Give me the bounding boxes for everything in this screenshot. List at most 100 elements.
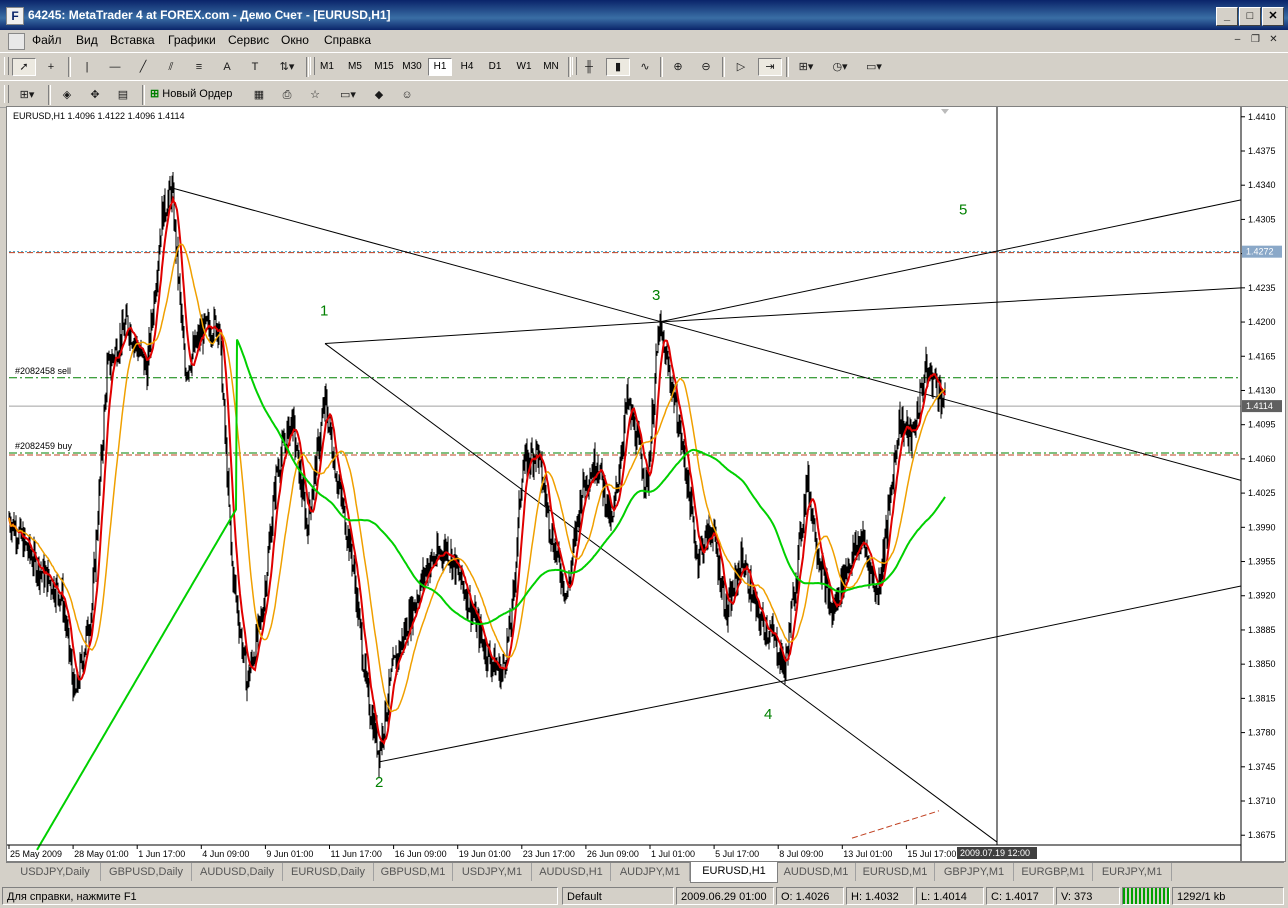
chart-tab[interactable]: USDJPY,Daily [10,863,101,881]
timeframe-mn[interactable]: MN [540,58,562,76]
fibonacci-icon[interactable]: ≡ [188,58,210,76]
close-button[interactable]: ✕ [1262,7,1284,26]
status-volume: V: 373 [1056,887,1120,905]
toolbar-grip[interactable] [310,57,315,75]
periods-dropdown-icon[interactable]: ◷▾ [826,58,854,76]
toolbar-grip[interactable] [4,57,9,75]
chart-tab[interactable]: AUDUSD,Daily [192,863,283,881]
trend-line-icon[interactable]: ╱ [132,58,154,76]
timeframe-h4[interactable]: H4 [456,58,478,76]
chart-tab[interactable]: EURUSD,H1 [690,862,778,883]
chart-tab[interactable]: EURJPY,M1 [1093,863,1172,881]
timeframe-m30[interactable]: M30 [399,58,425,76]
maximize-button[interactable]: □ [1239,7,1261,26]
toolbar-grip[interactable] [572,57,577,75]
chart-tab[interactable]: AUDUSD,H1 [532,863,611,881]
chart-tab[interactable]: GBPUSD,Daily [101,863,192,881]
mdi-minimize-button[interactable]: – [1230,33,1245,47]
equidistant-channel-icon[interactable]: ⫽ [160,58,182,76]
market-watch-icon[interactable]: ◈ [56,86,78,104]
new-order-button[interactable]: ⊞ Новый Ордер [150,84,232,104]
auto-scroll-icon[interactable]: ▷ [730,58,752,76]
timeframe-w1[interactable]: W1 [513,58,535,76]
wave-label-5: 5 [959,201,967,218]
menu-bar: Файл Вид Вставка Графики Сервис Окно Спр… [0,30,1288,51]
chart-tab[interactable]: GBPJPY,M1 [935,863,1014,881]
new-order-icon: ⊞ [150,88,163,100]
candlestick-chart-icon[interactable]: ▮ [606,58,630,76]
experts-icon[interactable]: ☺ [396,86,418,104]
price-tick-label: 1.4410 [1248,112,1276,122]
cursor-icon[interactable]: ➚ [12,58,36,76]
chart-tab[interactable]: USDJPY,M1 [453,863,532,881]
document-icon[interactable] [8,33,25,50]
candlestick-series [8,172,946,778]
price-tick-label: 1.4165 [1248,351,1276,361]
menu-help[interactable]: Справка [324,33,371,47]
timeframe-m5[interactable]: M5 [344,58,366,76]
indicators-dropdown-icon[interactable]: ⊞▾ [792,58,820,76]
favorites-icon[interactable]: ☆ [304,86,326,104]
vertical-line-icon[interactable]: | [76,58,98,76]
chart-shift-icon[interactable]: ⇥ [758,58,782,76]
arrows-dropdown-icon[interactable]: ⇅▾ [274,58,300,76]
price-tick-label: 1.3815 [1248,693,1276,703]
status-close: C: 1.4017 [986,887,1054,905]
time-tick-label: 8 Jul 09:00 [779,849,823,859]
terminal-icon[interactable]: ▤ [112,86,134,104]
minimize-button[interactable]: _ [1216,7,1238,26]
text-icon[interactable]: A [216,58,238,76]
navigator-icon[interactable]: ✥ [84,86,106,104]
time-tick-label: 13 Jul 01:00 [843,849,892,859]
timeframe-m1[interactable]: M1 [316,58,338,76]
bar-chart-icon[interactable]: ╫ [578,58,600,76]
chart-tab[interactable]: EURUSD,Daily [283,863,374,881]
zoom-out-icon[interactable]: ⊖ [695,58,717,76]
timeframe-h1[interactable]: H1 [428,58,452,76]
expert-advisors-icon[interactable]: ▦ [248,86,270,104]
horizontal-line-icon[interactable]: — [104,58,126,76]
alert-icon[interactable]: ◆ [368,86,390,104]
menu-insert[interactable]: Вставка [110,33,155,47]
menu-view[interactable]: Вид [76,33,98,47]
menu-tools[interactable]: Сервис [228,33,269,47]
chart-tab[interactable]: GBPUSD,M1 [374,863,453,881]
print-icon[interactable]: ⎙ [276,86,298,104]
chart-window[interactable]: #2082458 sell #2082459 buy 1 2 3 4 5 1.4410 1.… [6,106,1286,862]
time-axis: 25 May 2009 28 May 01:00 1 Jun 17:00 4 Jun … [8,845,1037,859]
price-chart[interactable]: #2082458 sell #2082459 buy 1 2 3 4 5 1.4410 1.… [7,107,1285,861]
time-tick-label: 23 Jun 17:00 [523,849,575,859]
toolbar-separator [48,85,51,105]
zoom-in-icon[interactable]: ⊕ [667,58,689,76]
wave-label-4: 4 [764,706,772,723]
mdi-close-button[interactable]: ✕ [1266,33,1281,47]
chart-tab[interactable]: EURUSD,M1 [856,863,935,881]
timeframe-d1[interactable]: D1 [484,58,506,76]
line-chart-icon[interactable]: ∿ [634,58,656,76]
chart-tab[interactable]: EURGBP,M1 [1014,863,1093,881]
status-help: Для справки, нажмите F1 [2,887,558,905]
timeframe-m15[interactable]: M15 [371,58,397,76]
status-low: L: 1.4014 [916,887,984,905]
title-bar: F 64245: MetaTrader 4 at FOREX.com - Дем… [0,0,1288,30]
chart-tab[interactable]: AUDUSD,M1 [777,863,856,881]
menu-charts[interactable]: Графики [168,33,216,47]
toolbar-separator [568,57,571,77]
chart-window-dropdown-icon[interactable]: ▭▾ [334,86,362,104]
toolbar-grip[interactable] [4,85,9,103]
crosshair-icon[interactable]: + [40,58,62,76]
chart-tab[interactable]: AUDJPY,M1 [611,863,690,881]
time-tick-label: 15 Jul 17:00 [907,849,956,859]
trendline-3-ext [658,287,1242,323]
new-chart-dropdown-icon[interactable]: ⊞▾ [12,86,42,104]
price-tick-label: 1.3710 [1248,796,1276,806]
time-tick-label: 28 May 01:00 [74,849,129,859]
price-tick-label: 1.3675 [1248,830,1276,840]
menu-window[interactable]: Окно [281,33,309,47]
mdi-restore-button[interactable]: ❐ [1248,33,1263,47]
orange-moving-average [8,243,946,713]
app-icon[interactable]: F [6,7,24,25]
menu-file[interactable]: Файл [32,33,62,47]
text-label-icon[interactable]: T [244,58,266,76]
templates-dropdown-icon[interactable]: ▭▾ [860,58,888,76]
